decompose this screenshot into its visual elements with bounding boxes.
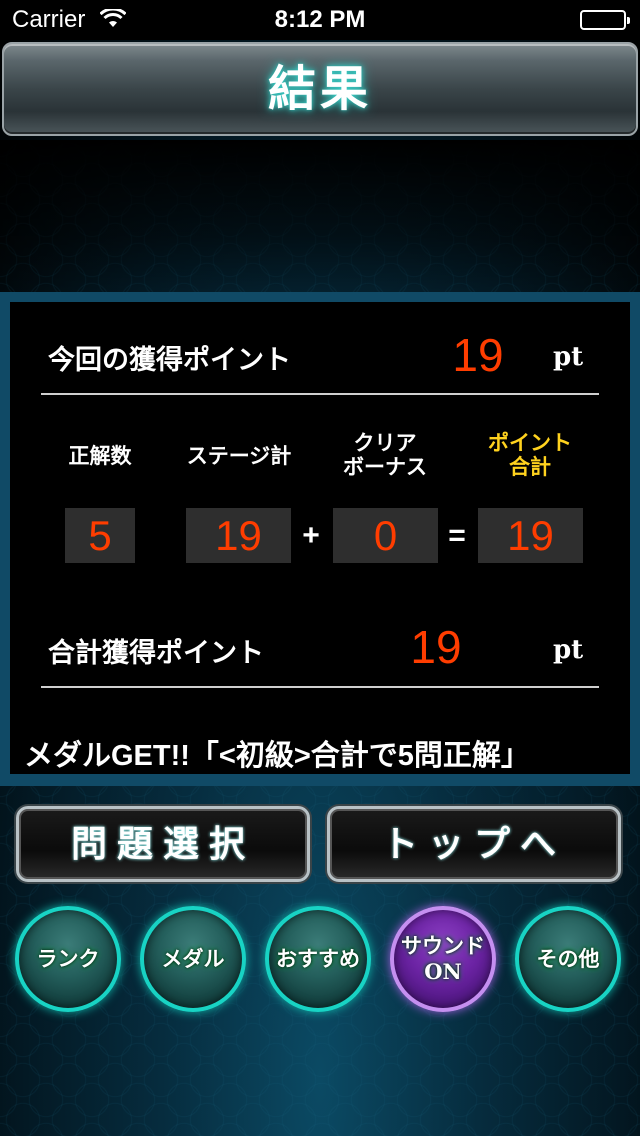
sound-label: サウンド — [401, 933, 485, 958]
correct-count-header: 正解数 — [68, 443, 132, 468]
total-points-value: 19 — [410, 621, 462, 673]
stage-total-header: ステージ計 — [186, 443, 292, 468]
sound-toggle-button[interactable]: サウンド ON — [390, 906, 496, 1012]
other-button[interactable]: その他 — [515, 906, 621, 1012]
recommend-label: おすすめ — [276, 946, 360, 971]
clock: 8:12 PM — [274, 6, 366, 33]
current-points-value: 19 — [452, 329, 504, 381]
medal-button[interactable]: メダル — [140, 906, 246, 1012]
to-top-button[interactable]: トップへ — [327, 806, 621, 882]
clear-bonus-box: 0 — [333, 508, 438, 563]
plus-sign: + — [302, 519, 320, 552]
medal-message: メダルGET!!「<初級>合計で5問正解」 — [24, 740, 530, 772]
medal-label: メダル — [161, 946, 225, 971]
select-problem-button[interactable]: 問題選択 — [16, 806, 310, 882]
rank-button[interactable]: ランク — [15, 906, 121, 1012]
recommend-button[interactable]: おすすめ — [265, 906, 371, 1012]
battery-icon — [580, 10, 630, 30]
total-points-unit: pt — [553, 635, 584, 665]
clear-bonus-header-line1: クリア — [353, 430, 417, 455]
equals-sign: = — [448, 519, 466, 552]
sound-state: ON — [424, 959, 462, 984]
point-total-header-line1: ポイント — [488, 430, 572, 455]
status-bar: Carrier 8:12 PM — [0, 0, 640, 40]
rank-label: ランク — [36, 946, 100, 971]
point-total-header-line2: 合計 — [509, 454, 551, 479]
total-points-label: 合計獲得ポイント — [48, 638, 264, 669]
correct-count-box: 5 — [65, 508, 135, 563]
clear-bonus-header: クリア ボーナス — [310, 431, 460, 479]
point-total-box: 19 — [478, 508, 583, 563]
clear-bonus-header-line2: ボーナス — [343, 454, 427, 479]
point-total-header: ポイント 合計 — [455, 431, 605, 479]
stage-total-box: 19 — [186, 508, 291, 563]
background-fade — [0, 140, 640, 300]
other-label: その他 — [536, 946, 600, 971]
divider — [41, 393, 599, 395]
current-points-label: 今回の獲得ポイント — [48, 345, 291, 376]
current-points-unit: pt — [553, 342, 584, 372]
divider — [41, 686, 599, 688]
page-title: 結果 — [267, 61, 372, 117]
